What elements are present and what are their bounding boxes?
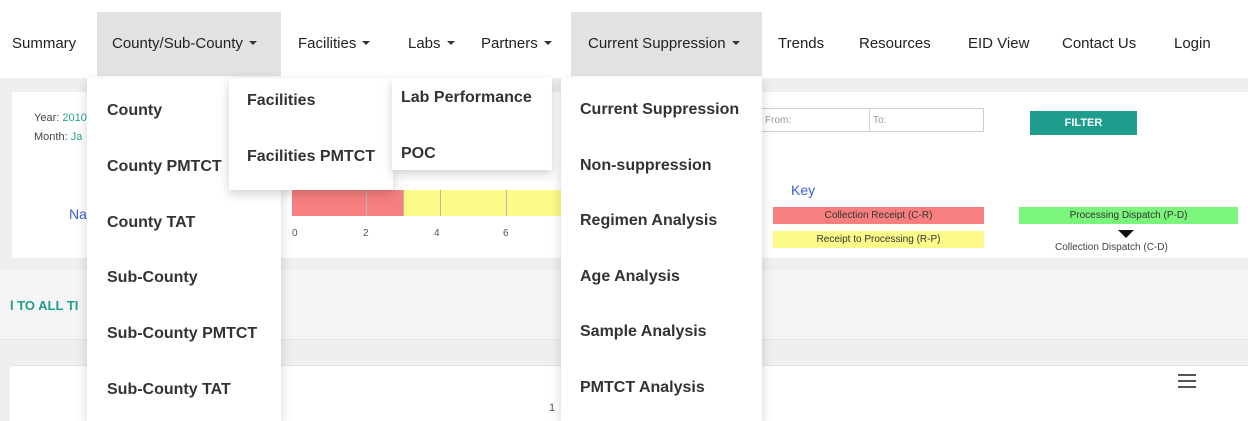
nav-trends[interactable]: Trends <box>772 12 830 76</box>
scale-tick <box>366 190 367 216</box>
nav-facilities[interactable]: Facilities <box>292 12 376 76</box>
key-title: Key <box>791 182 816 198</box>
scale-label: 2 <box>363 228 369 239</box>
menu-item-sub-county-pmtct[interactable]: Sub-County PMTCT <box>107 325 257 343</box>
scale-red-segment <box>292 190 403 216</box>
nav-eid-view[interactable]: EID View <box>962 12 1035 76</box>
caret-down-icon <box>446 41 455 46</box>
nav-contact-label: Contact Us <box>1062 35 1137 52</box>
scale-yellow-segment <box>403 190 562 216</box>
to-label: To: <box>873 115 887 126</box>
caret-down-icon <box>731 41 740 46</box>
menu-item-regimen-analysis[interactable]: Regimen Analysis <box>580 212 717 230</box>
nav-labs-label: Labs <box>408 35 441 52</box>
menu-item-non-suppression[interactable]: Non-suppression <box>580 157 712 175</box>
page: Summary County/Sub-County Facilities Lab… <box>0 0 1248 421</box>
scale-label: 4 <box>434 228 440 239</box>
dropdown-facilities-menu: Facilities Facilities PMTCT <box>229 78 393 190</box>
menu-item-pmtct-analysis[interactable]: PMTCT Analysis <box>580 379 705 397</box>
nav-resources-label: Resources <box>859 35 931 52</box>
nav-labs[interactable]: Labs <box>402 12 461 76</box>
top-navbar: Summary County/Sub-County Facilities Lab… <box>0 0 1248 78</box>
nav-summary-label: Summary <box>12 35 77 52</box>
nav-partners[interactable]: Partners <box>475 12 558 76</box>
nav-trends-label: Trends <box>778 35 825 52</box>
nav-contact-us[interactable]: Contact Us <box>1056 12 1142 76</box>
nav-summary[interactable]: Summary <box>6 12 82 76</box>
menu-item-county[interactable]: County <box>107 102 162 120</box>
menu-item-sample-analysis[interactable]: Sample Analysis <box>580 323 707 341</box>
menu-hamburger-icon[interactable] <box>1178 374 1196 388</box>
tat-name-fragment: Na <box>69 206 87 222</box>
filter-button[interactable]: FILTER <box>1030 111 1137 135</box>
scale-label: 0 <box>292 228 298 239</box>
tat-scale-bar <box>292 190 562 216</box>
menu-item-sub-county-tat[interactable]: Sub-County TAT <box>107 381 231 399</box>
date-divider <box>869 109 870 131</box>
month-label-text: Month: <box>34 131 68 143</box>
menu-item-lab-performance[interactable]: Lab Performance <box>401 89 532 107</box>
caret-down-icon <box>543 41 552 46</box>
chart-fragment: 1 <box>549 402 556 414</box>
dropdown-labs-menu: Lab Performance POC <box>392 78 552 170</box>
scale-tick <box>506 190 507 216</box>
nav-suppression-label: Current Suppression <box>588 35 726 52</box>
menu-item-facilities[interactable]: Facilities <box>247 92 315 110</box>
nav-current-suppression[interactable]: Current Suppression <box>571 12 762 76</box>
menu-item-poc[interactable]: POC <box>401 145 436 163</box>
scale-tick <box>403 190 404 216</box>
menu-item-age-analysis[interactable]: Age Analysis <box>580 268 680 286</box>
month-label: Month: Ja <box>34 131 82 143</box>
scale-tick <box>440 190 441 216</box>
scale-label: 6 <box>503 228 509 239</box>
menu-item-facilities-pmtct[interactable]: Facilities PMTCT <box>247 148 375 166</box>
nav-eid-label: EID View <box>968 35 1030 52</box>
nav-login-label: Login <box>1174 35 1211 52</box>
menu-item-county-pmtct[interactable]: County PMTCT <box>107 158 222 176</box>
from-label: From: <box>765 115 792 126</box>
key-collection-receipt: Collection Receipt (C-R) <box>773 207 984 224</box>
section-title-fragment[interactable]: l TO ALL TI <box>10 298 78 313</box>
year-label: Year: 2010 <box>34 112 87 124</box>
nav-login[interactable]: Login <box>1168 12 1217 76</box>
date-range-input[interactable]: From: To: <box>760 108 984 132</box>
year-label-text: Year: <box>34 112 60 124</box>
year-value[interactable]: 2010 <box>62 112 86 124</box>
menu-item-county-tat[interactable]: County TAT <box>107 214 195 232</box>
nav-resources[interactable]: Resources <box>853 12 937 76</box>
month-value[interactable]: Ja <box>71 131 83 143</box>
key-receipt-processing: Receipt to Processing (R-P) <box>773 231 984 248</box>
menu-item-current-suppression[interactable]: Current Suppression <box>580 101 739 119</box>
nav-county-label: County/Sub-County <box>112 35 243 52</box>
nav-facilities-label: Facilities <box>298 35 357 52</box>
menu-item-sub-county[interactable]: Sub-County <box>107 269 198 287</box>
nav-partners-label: Partners <box>481 35 538 52</box>
key-collection-dispatch: Collection Dispatch (C-D) <box>1055 242 1168 253</box>
arrow-down-icon <box>1118 230 1134 238</box>
nav-county-subcounty[interactable]: County/Sub-County <box>97 12 281 76</box>
dropdown-suppression-menu: Current Suppression Non-suppression Regi… <box>561 78 762 421</box>
caret-down-icon <box>248 41 257 46</box>
key-processing-dispatch: Processing Dispatch (P-D) <box>1019 207 1238 224</box>
caret-down-icon <box>362 41 371 46</box>
